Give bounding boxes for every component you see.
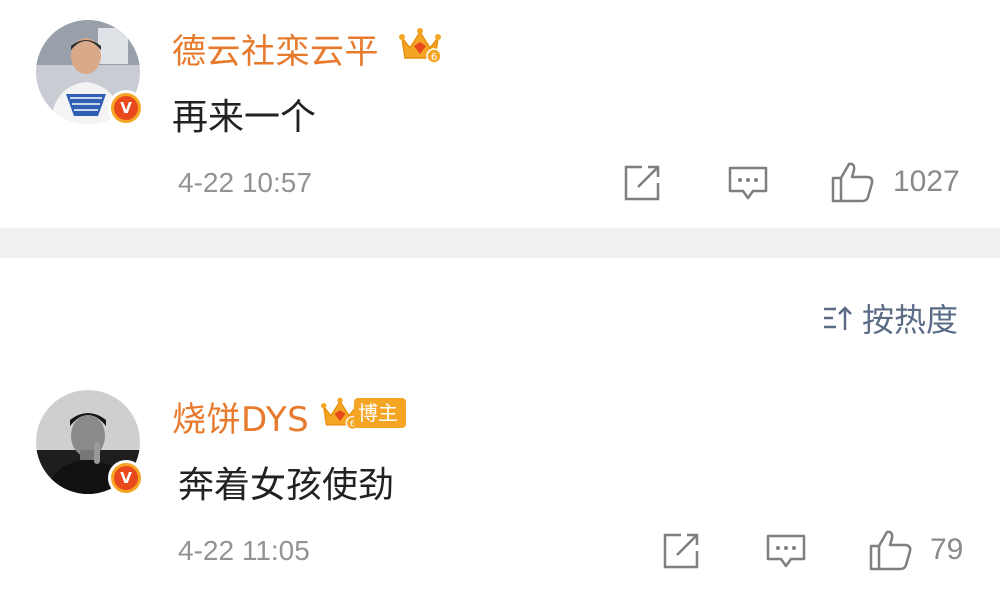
sort-label: 按热度	[861, 301, 958, 339]
comment-item: V 德云社栾云平 6 再来一个 4-22 10:57 1027	[0, 0, 1000, 228]
avatar[interactable]: V	[36, 20, 144, 126]
username[interactable]: 烧饼DYS	[172, 392, 309, 441]
comment-icon[interactable]	[765, 533, 807, 569]
sort-by-heat-button[interactable]: 按热度	[822, 298, 958, 339]
like-thumb-icon[interactable]	[868, 528, 914, 572]
blogger-tag: 博主	[354, 398, 406, 428]
comment-text: 奔着女孩使劲	[178, 465, 395, 506]
like-count: 79	[930, 533, 964, 566]
timestamp: 4-22 11:05	[178, 535, 310, 566]
comment-item: V 烧饼DYS 6 博主 奔着女孩使劲 4-22 11:05 79	[0, 360, 1000, 594]
timestamp: 4-22 10:57	[178, 167, 312, 198]
vip-crown-icon: 6	[399, 28, 442, 64]
like-count: 1027	[893, 165, 960, 198]
like-thumb-icon[interactable]	[830, 160, 876, 204]
username[interactable]: 德云社栾云平	[172, 24, 379, 73]
level-number: 6	[431, 52, 437, 63]
share-icon[interactable]	[661, 531, 701, 571]
verified-v-icon: V	[108, 90, 144, 126]
comments-page: V 德云社栾云平 6 再来一个 4-22 10:57 1027 按热度 V 烧饼…	[0, 0, 1000, 594]
verified-v-icon: V	[108, 460, 144, 496]
comment-text: 再来一个	[172, 97, 317, 138]
share-icon[interactable]	[622, 163, 662, 203]
avatar[interactable]: V	[36, 390, 144, 496]
section-divider	[0, 228, 1000, 258]
comment-icon[interactable]	[727, 165, 769, 201]
sort-icon	[823, 306, 852, 330]
